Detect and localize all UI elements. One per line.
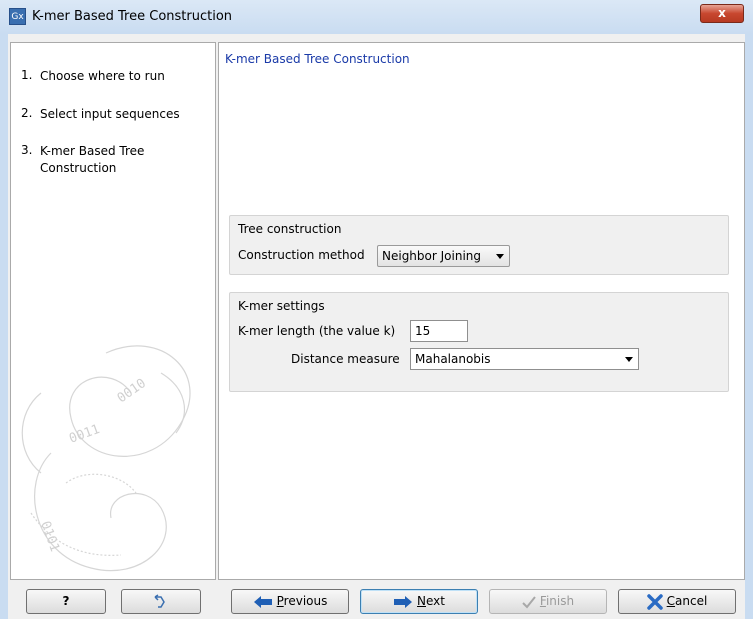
svg-text:0101: 0101 bbox=[37, 519, 62, 554]
dialog-window: Gx K-mer Based Tree Construction x 1. Ch… bbox=[0, 0, 753, 619]
chevron-down-icon bbox=[496, 254, 504, 259]
settings-panel: K-mer Based Tree Construction Tree const… bbox=[218, 42, 745, 580]
construction-method-label: Construction method bbox=[238, 248, 365, 262]
button-label: inish bbox=[545, 594, 575, 608]
button-label: ancel bbox=[675, 594, 708, 608]
close-button[interactable]: x bbox=[700, 4, 744, 23]
step-label: K-mer Based Tree Construction bbox=[40, 144, 145, 175]
left-arrow-icon bbox=[253, 595, 272, 608]
watermark-spiral-logo: 0010 0101 0011 bbox=[21, 345, 191, 572]
step-label: Select input sequences bbox=[40, 107, 180, 121]
construction-method-dropdown[interactable]: Neighbor Joining bbox=[377, 245, 510, 267]
step-number: 1. bbox=[21, 68, 33, 82]
mnemonic-letter: N bbox=[417, 594, 426, 608]
svg-text:0010: 0010 bbox=[115, 376, 149, 406]
group-title: K-mer settings bbox=[238, 299, 325, 313]
help-button[interactable]: ? bbox=[26, 589, 106, 614]
previous-button[interactable]: Previous bbox=[231, 589, 349, 614]
right-arrow-icon bbox=[394, 595, 413, 608]
chevron-down-icon bbox=[625, 357, 633, 362]
dropdown-value: Mahalanobis bbox=[415, 352, 491, 366]
kmer-length-input[interactable]: 15 bbox=[410, 320, 468, 342]
check-icon bbox=[522, 595, 536, 608]
app-logo-icon: Gx bbox=[9, 8, 26, 25]
kmer-settings-group: K-mer settings K-mer length (the value k… bbox=[229, 292, 729, 392]
title-bar[interactable]: Gx K-mer Based Tree Construction x bbox=[0, 0, 753, 34]
finish-button[interactable]: Finish bbox=[489, 589, 607, 614]
dropdown-value: Neighbor Joining bbox=[382, 249, 481, 263]
distance-measure-label: Distance measure bbox=[291, 352, 400, 366]
svg-text:0011: 0011 bbox=[67, 422, 102, 447]
step-number: 2. bbox=[21, 106, 33, 120]
kmer-length-label: K-mer length (the value k) bbox=[238, 324, 396, 338]
step-label: Choose where to run bbox=[40, 69, 165, 83]
reset-button[interactable] bbox=[121, 589, 201, 614]
cancel-button[interactable]: Cancel bbox=[618, 589, 736, 614]
distance-measure-dropdown[interactable]: Mahalanobis bbox=[410, 348, 639, 370]
mnemonic-letter: C bbox=[666, 594, 676, 608]
window-title: K-mer Based Tree Construction bbox=[32, 9, 233, 24]
wizard-steps-panel: 1. Choose where to run 2. Select input s… bbox=[10, 42, 216, 580]
button-label: revious bbox=[283, 594, 328, 608]
window-frame-right bbox=[745, 34, 753, 619]
mnemonic-letter: P bbox=[276, 594, 284, 608]
button-label: ext bbox=[426, 594, 445, 608]
tree-construction-group: Tree construction Construction method Ne… bbox=[229, 215, 729, 275]
panel-title: K-mer Based Tree Construction bbox=[225, 52, 410, 66]
step-number: 3. bbox=[21, 143, 33, 157]
next-button[interactable]: Next bbox=[360, 589, 478, 614]
group-title: Tree construction bbox=[238, 222, 342, 236]
undo-arrow-icon bbox=[154, 593, 165, 608]
window-frame-left bbox=[0, 34, 8, 619]
x-icon bbox=[646, 593, 663, 610]
